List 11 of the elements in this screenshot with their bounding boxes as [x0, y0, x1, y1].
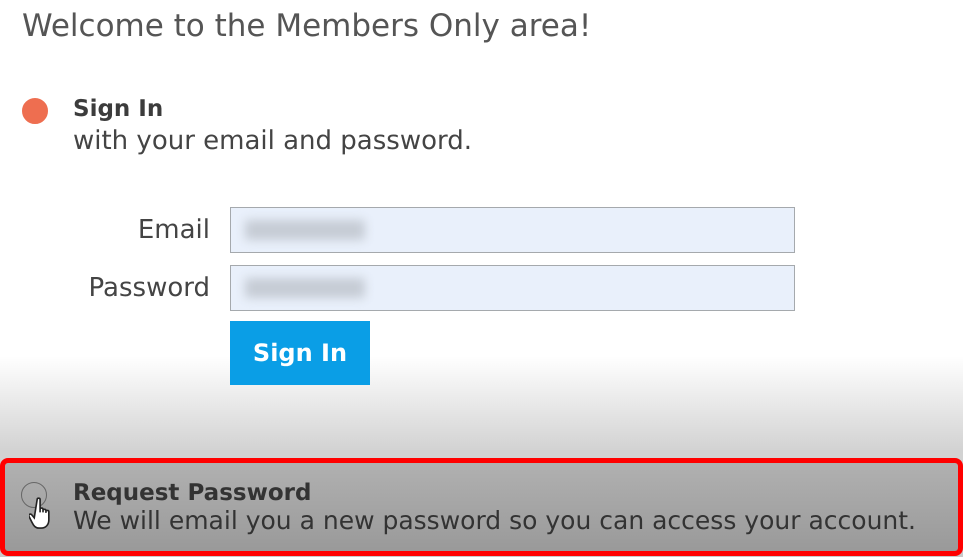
option-title: Sign In: [73, 96, 164, 122]
page-heading: Welcome to the Members Only area!: [22, 8, 592, 44]
sign-in-button[interactable]: Sign In: [230, 321, 370, 385]
radio-button[interactable]: [22, 98, 48, 124]
input-field[interactable]: [230, 265, 795, 311]
option-title: Request Password: [73, 480, 312, 506]
field-label: Password: [88, 273, 210, 303]
option-description: We will email you a new password so you can access your account.: [73, 506, 916, 534]
input-field[interactable]: [230, 207, 795, 253]
option-description: with your email and password.: [73, 126, 472, 156]
field-label: Email: [136, 215, 210, 245]
